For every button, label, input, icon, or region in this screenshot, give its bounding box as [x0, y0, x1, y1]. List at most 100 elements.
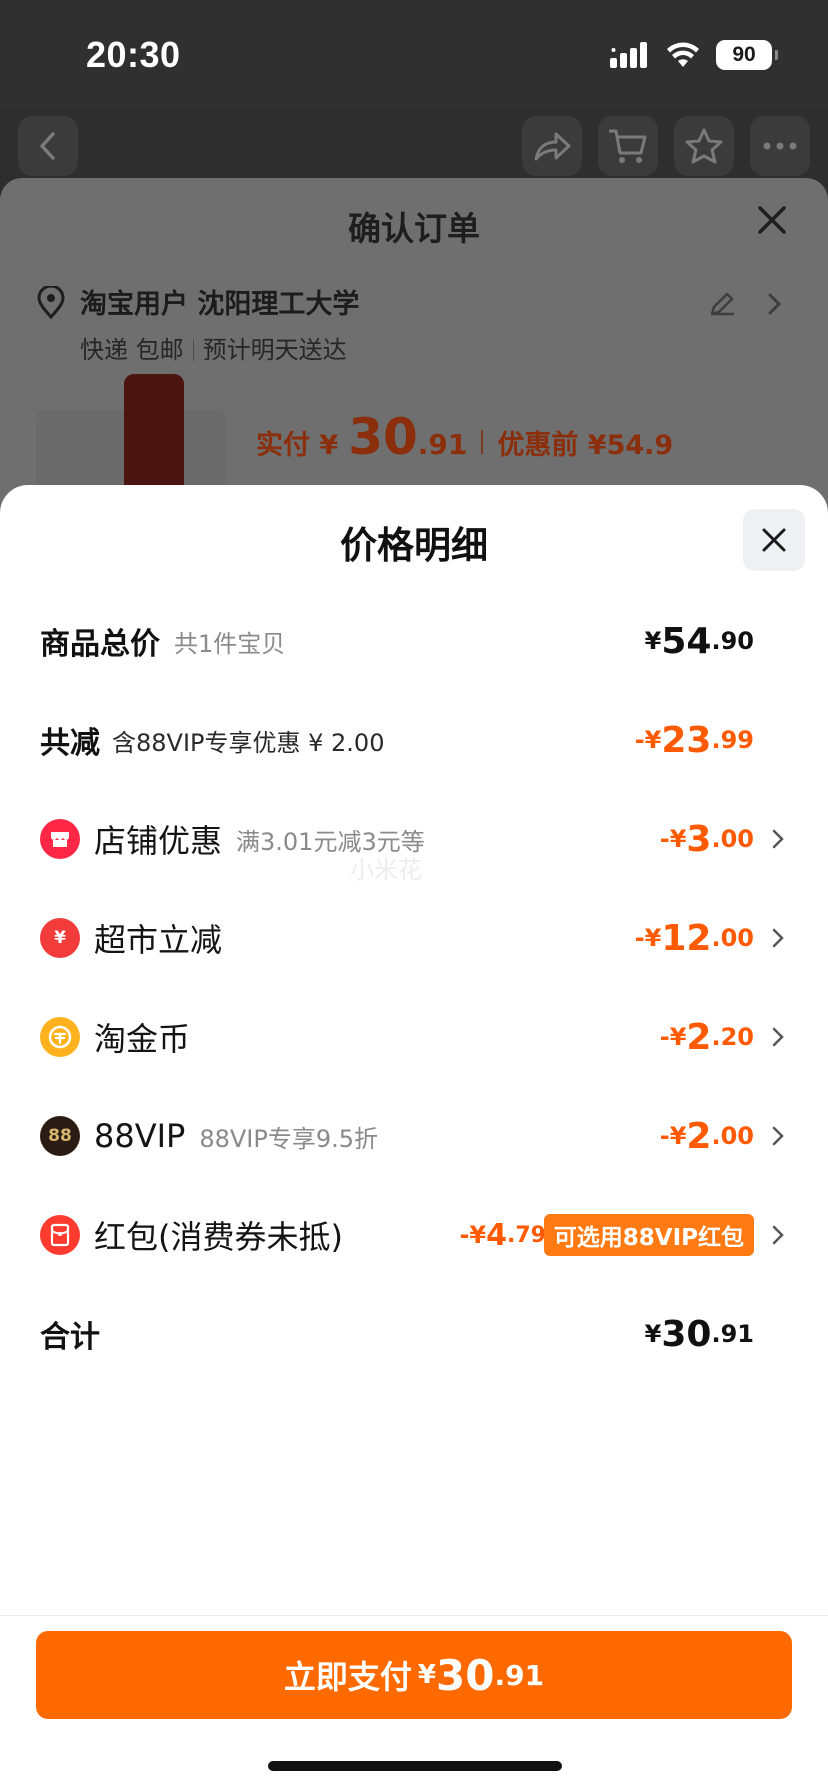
currency: ¥ [644, 1320, 662, 1348]
row-title: 店铺优惠 [94, 822, 223, 860]
row-label: 淘金币 [40, 1007, 190, 1067]
red-packet-row[interactable]: 红包(消费券未抵) -¥ 4 .79 可选用88VIP红包 [40, 1205, 790, 1265]
status-time: 20:30 [86, 34, 181, 75]
star-icon [685, 128, 723, 164]
amount-dec: .91 [711, 1320, 754, 1348]
currency: -¥ [459, 1221, 487, 1249]
sum-row: 合计 ¥ 30 .91 [40, 1304, 790, 1364]
chevron-left-icon [40, 132, 55, 160]
price-detail-sheet: 价格明细 小米花 商品总价 共1件宝贝 ¥ 54 .90 共减 含88VIP专享… [0, 485, 828, 1792]
vip-88-icon: 88 [40, 1116, 80, 1156]
original-price: 优惠前 ¥54.9 [497, 430, 674, 461]
divider [0, 1615, 828, 1616]
store-icon [40, 819, 80, 859]
row-title: 共减 [40, 726, 100, 761]
amount-dec: .00 [711, 825, 754, 853]
amount-dec: .91 [494, 1658, 545, 1692]
row-title: 合计 [40, 1320, 100, 1355]
address-row[interactable]: 淘宝用户 沈阳理工大学 [36, 280, 792, 326]
pay-amount-dec: .91 [417, 428, 468, 461]
signal-icon [610, 42, 647, 68]
chevron-right-icon [768, 293, 782, 315]
currency: -¥ [659, 1023, 687, 1051]
chevron-right-icon [772, 1225, 784, 1245]
currency: -¥ [634, 726, 662, 754]
close-button[interactable] [743, 509, 805, 571]
row-amount: -¥ 4 .79 [459, 1205, 546, 1265]
amount-dec: .79 [507, 1222, 546, 1248]
close-icon [762, 528, 786, 552]
amount-dec: .99 [711, 726, 754, 754]
currency: ¥ [417, 1660, 437, 1690]
battery-icon: 90 [716, 40, 778, 70]
pay-now-button[interactable]: 立即支付 ¥ 30 .91 [36, 1631, 792, 1719]
chevron-right-icon [772, 829, 784, 849]
row-title: 商品总价 [40, 627, 160, 662]
row-title: 88VIP [94, 1117, 186, 1155]
amount-dec: .20 [711, 1023, 754, 1051]
share-icon [534, 132, 571, 161]
amount-int: 54 [661, 620, 712, 662]
row-title: 红包(消费券未抵) [94, 1218, 343, 1256]
currency: -¥ [659, 825, 687, 853]
red-packet-icon [40, 1215, 80, 1255]
gold-coin-row[interactable]: 淘金币 -¥ 2 .20 [40, 1007, 790, 1067]
amount-int: 23 [661, 719, 712, 761]
row-label: 共减 含88VIP专享优惠 ¥ 2.00 [40, 710, 384, 770]
pay-amount-int: 30 [348, 408, 418, 466]
row-subtitle: 88VIP专享9.5折 [199, 1124, 379, 1153]
row-subtitle: 含88VIP专享优惠 ¥ 2.00 [112, 728, 385, 757]
nav-bar [0, 108, 828, 178]
gold-coin-icon [40, 1017, 80, 1057]
row-amount: -¥ 23 .99 [635, 710, 754, 770]
shipping-method: 快递 包邮 [80, 336, 184, 364]
more-button[interactable] [750, 116, 810, 176]
supermarket-discount-row[interactable]: ¥ 超市立减 -¥ 12 .00 [40, 908, 790, 968]
delivery-info: 快递 包邮 预计明天送达 [80, 330, 347, 365]
row-label: 合计 [40, 1304, 100, 1364]
row-label: 88 88VIP 88VIP专享9.5折 [40, 1106, 378, 1166]
vip-red-packet-tag[interactable]: 可选用88VIP红包 [543, 1214, 754, 1256]
row-subtitle: 满3.01元减3元等 [236, 827, 425, 856]
edit-icon[interactable] [708, 290, 736, 318]
home-indicator[interactable] [268, 1761, 562, 1771]
currency: -¥ [634, 924, 662, 952]
divider [481, 430, 484, 454]
delivery-estimate: 预计明天送达 [202, 336, 347, 364]
order-close-icon[interactable] [752, 200, 792, 240]
row-amount: ¥ 30 .91 [645, 1304, 754, 1364]
chevron-right-icon [772, 1126, 784, 1146]
cart-button[interactable] [598, 116, 658, 176]
cart-icon [609, 129, 647, 163]
row-amount: -¥ 3 .00 [660, 809, 754, 869]
amount-dec: .00 [711, 924, 754, 952]
row-label: ¥ 超市立减 [40, 908, 222, 968]
back-button[interactable] [18, 116, 78, 176]
favorite-button[interactable] [674, 116, 734, 176]
chevron-right-icon [772, 1027, 784, 1047]
location-pin-icon [37, 286, 65, 320]
row-label: 店铺优惠 满3.01元减3元等 [40, 809, 425, 869]
amount-int: 2 [686, 1016, 712, 1058]
row-subtitle: 共1件宝贝 [174, 629, 286, 658]
order-price-line: 实付 ¥ 30 .91 优惠前 ¥54.9 [256, 408, 673, 466]
divider [192, 339, 194, 361]
row-label: 红包(消费券未抵) [40, 1205, 343, 1265]
total-price-row: 商品总价 共1件宝贝 ¥ 54 .90 [40, 611, 790, 671]
status-icons: 90 [610, 40, 778, 70]
amount-int: 4 [486, 1217, 508, 1253]
chevron-right-icon [772, 928, 784, 948]
row-amount: ¥ 54 .90 [645, 611, 754, 671]
amount-int: 2 [686, 1115, 712, 1157]
share-button[interactable] [522, 116, 582, 176]
row-amount: -¥ 2 .20 [660, 1007, 754, 1067]
amount-int: 12 [661, 917, 712, 959]
store-discount-row[interactable]: 店铺优惠 满3.01元减3元等 -¥ 3 .00 [40, 809, 790, 869]
more-icon [763, 142, 797, 150]
order-title: 确认订单 [348, 209, 480, 248]
total-discount-row: 共减 含88VIP专享优惠 ¥ 2.00 -¥ 23 .99 [40, 710, 790, 770]
row-amount: -¥ 12 .00 [635, 908, 754, 968]
amount-int: 30 [436, 1650, 495, 1700]
yen-coin-icon: ¥ [40, 918, 80, 958]
vip-discount-row[interactable]: 88 88VIP 88VIP专享9.5折 -¥ 2 .00 [40, 1106, 790, 1166]
